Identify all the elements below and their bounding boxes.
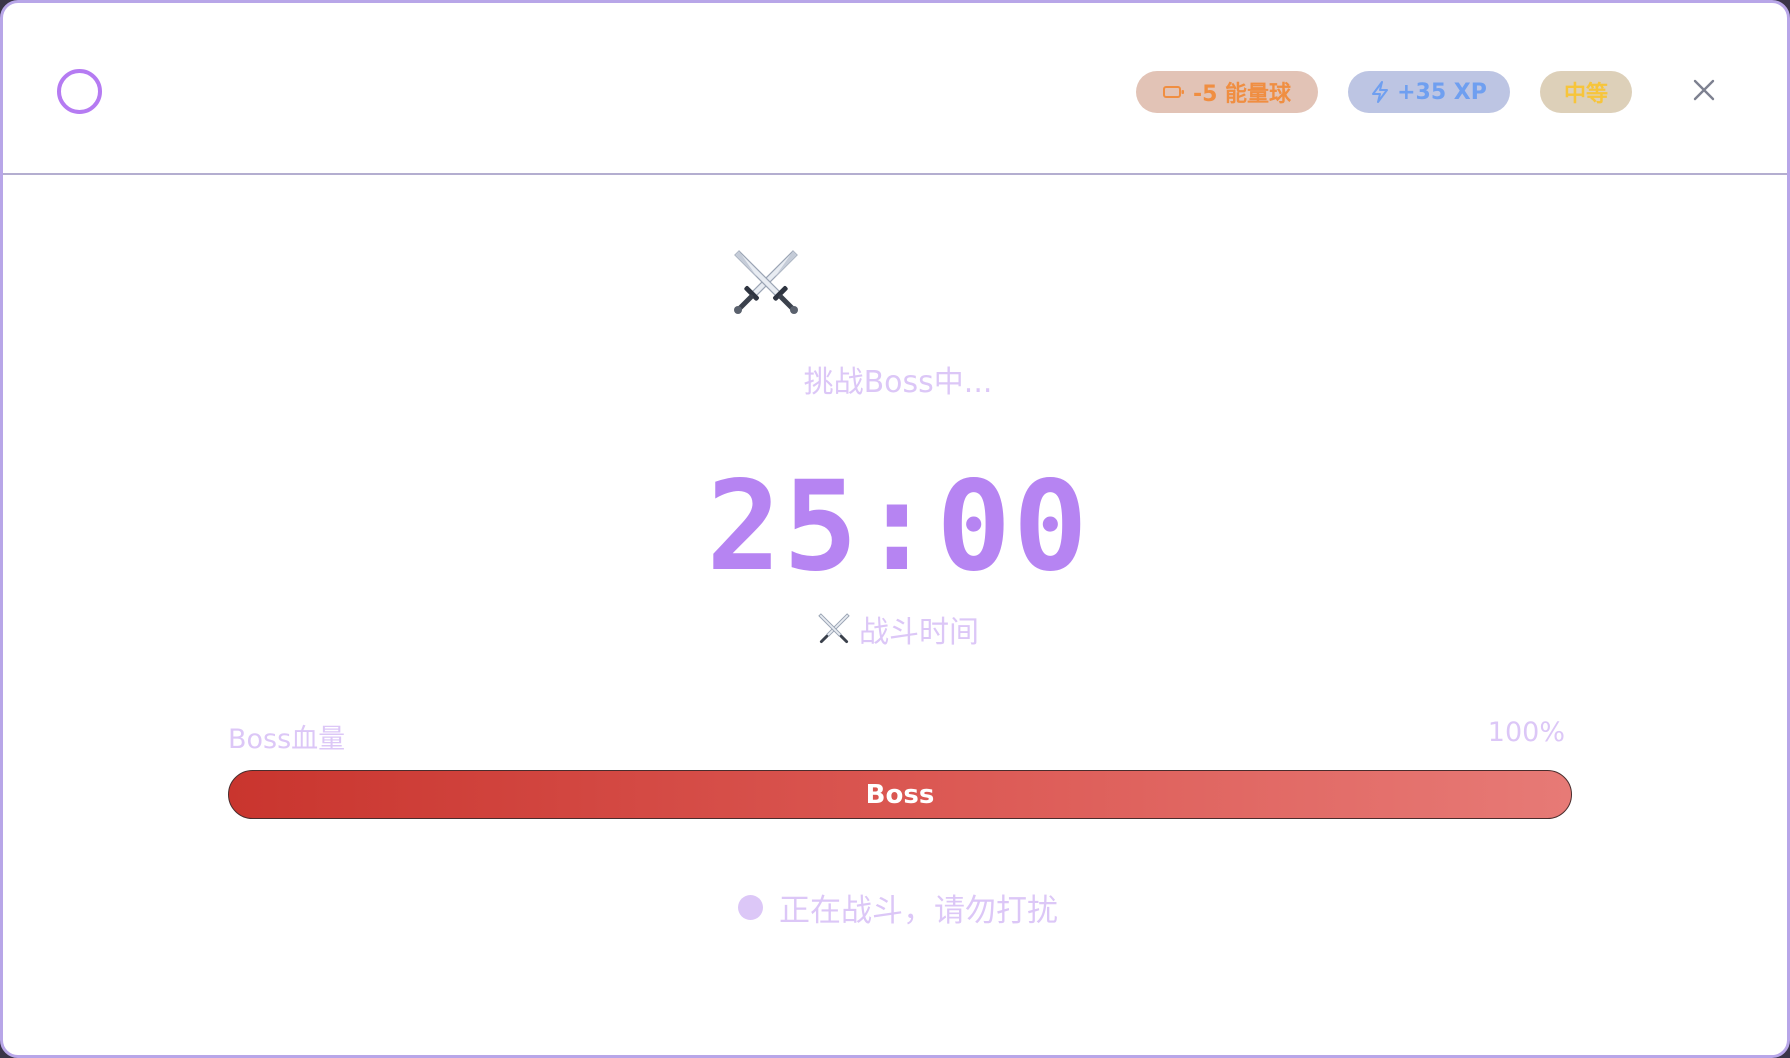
boss-hp-bar-label: Boss	[865, 779, 935, 810]
battle-content: 挑战Boss中... 25:00 战斗时间 Boss血量 100% Boss 正…	[3, 177, 1787, 1055]
energy-cost-badge: -5 能量球	[1136, 71, 1318, 113]
battery-icon	[1162, 86, 1184, 98]
challenge-status-text: 挑战Boss中...	[803, 365, 993, 400]
crossed-swords-icon	[734, 250, 798, 314]
crossed-swords-icon	[818, 613, 850, 644]
battle-window: -5 能量球 +35 XP 中等 挑战Boss中... 25:00 战斗时间 B…	[0, 0, 1790, 1058]
difficulty-badge: 中等	[1540, 71, 1632, 113]
energy-cost-text: -5 能量球	[1192, 82, 1292, 107]
battle-time-text: 战斗时间	[859, 615, 979, 650]
circle-outline-icon	[57, 69, 102, 114]
lightning-bolt-icon	[1372, 81, 1389, 103]
header-bar: -5 能量球 +35 XP 中等	[3, 3, 1787, 175]
boss-hp-label: Boss血量	[228, 724, 346, 755]
xp-reward-badge: +35 XP	[1348, 71, 1510, 113]
boss-hp-bar: Boss	[228, 770, 1572, 819]
do-not-disturb-text: 正在战斗，请勿打扰	[779, 893, 1058, 929]
battle-status-row: 正在战斗，请勿打扰	[3, 885, 1787, 930]
close-button[interactable]	[1691, 77, 1717, 103]
close-icon	[1693, 79, 1715, 101]
countdown-timer: 25:00	[706, 455, 1090, 599]
boss-hp-percent: 100%	[1487, 717, 1565, 748]
difficulty-text: 中等	[1563, 82, 1608, 107]
battle-time-label: 战斗时间	[3, 607, 1787, 651]
xp-reward-text: +35 XP	[1397, 79, 1487, 105]
status-dot-icon	[738, 895, 763, 920]
